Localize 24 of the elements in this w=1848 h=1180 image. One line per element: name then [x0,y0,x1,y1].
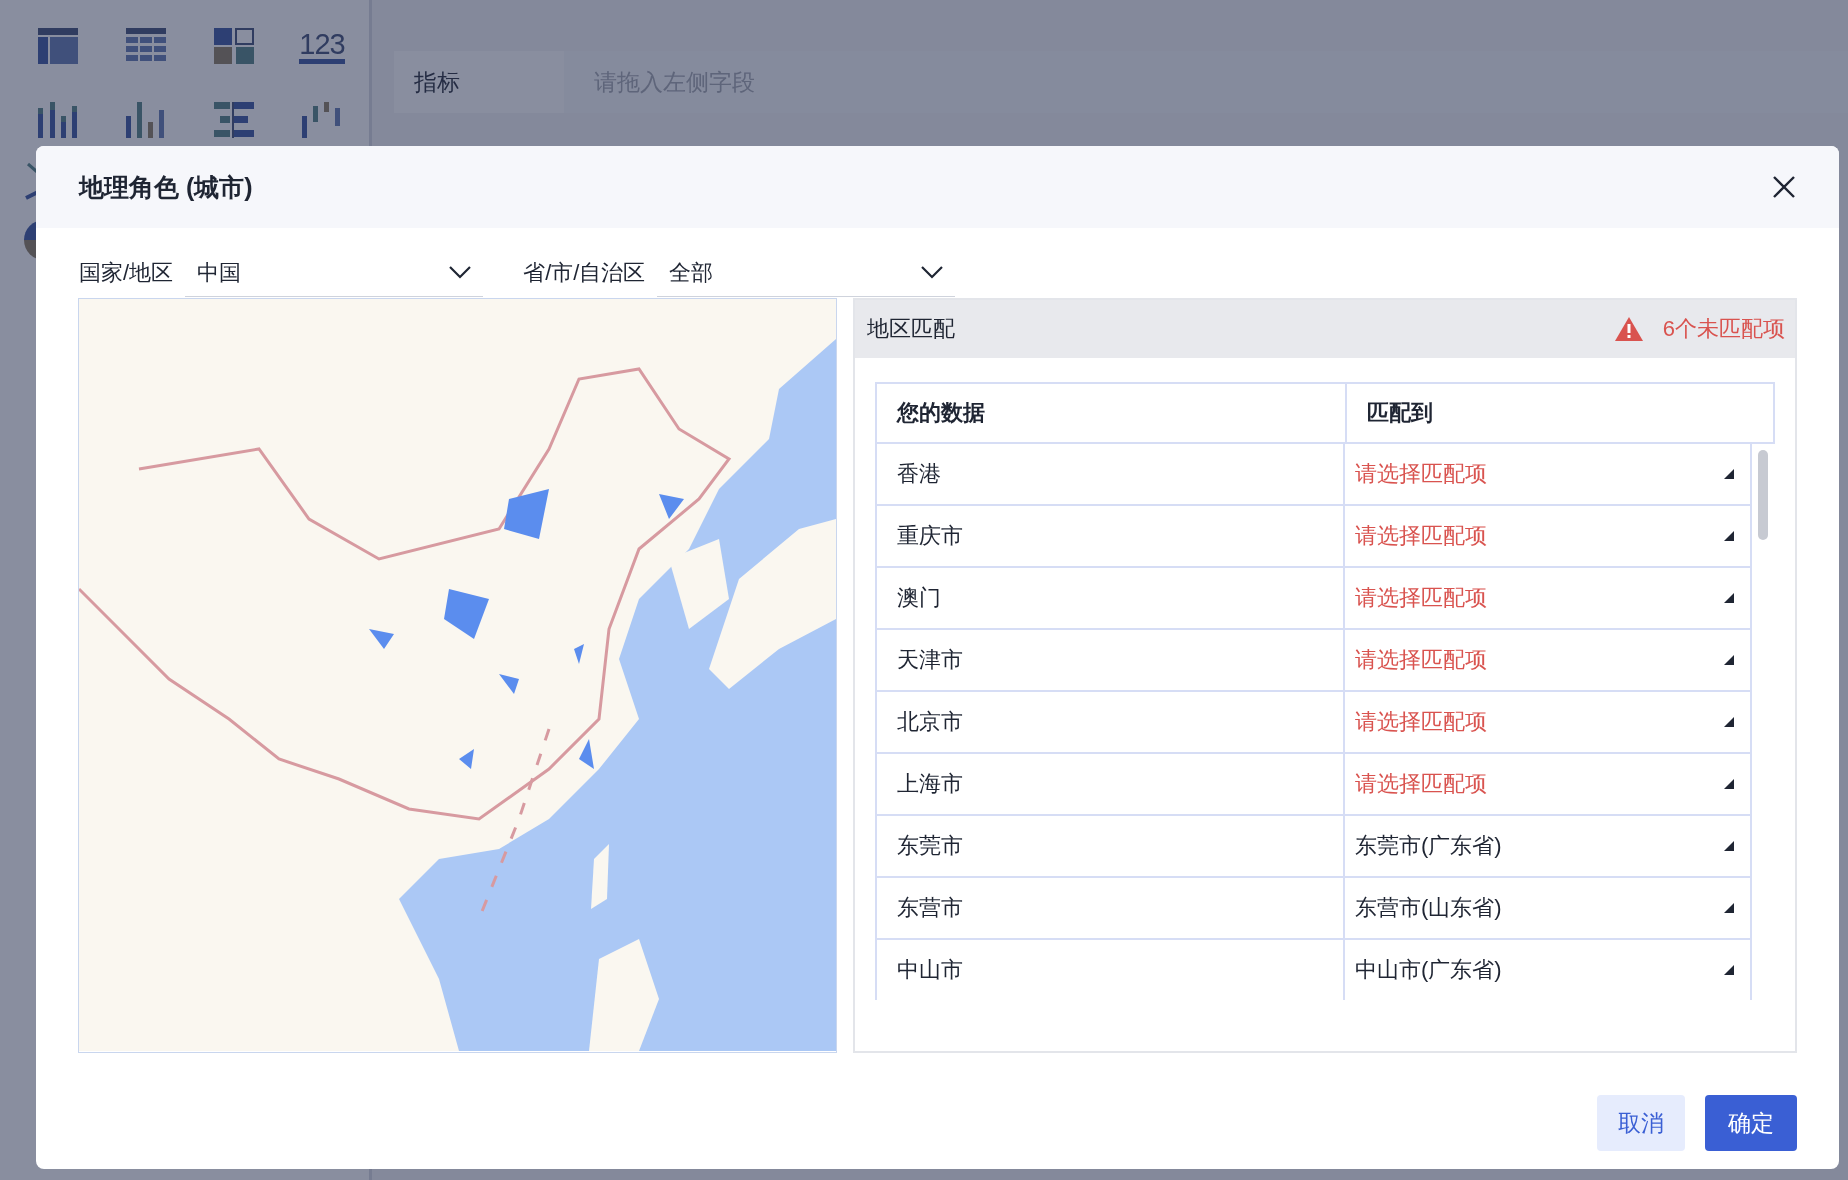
cancel-button[interactable]: 取消 [1597,1095,1685,1151]
chevron-down-icon [921,266,944,279]
filter-label: 国家/地区 [79,259,174,287]
column-header: 匹配到 [1366,399,1434,427]
scrollbar[interactable] [1758,450,1768,540]
bar-chart-icon[interactable] [126,102,166,138]
stacked-bar-chart-icon[interactable] [38,102,78,138]
confirm-button[interactable]: 确定 [1705,1095,1797,1151]
panel-title: 地区匹配 [867,315,955,343]
filter-label: 省/市/自治区 [523,259,646,287]
select-field[interactable]: 中国 [185,249,484,297]
grid-table-icon[interactable] [126,28,166,64]
horizontal-bar-icon[interactable] [214,102,254,138]
blocks-chart-icon[interactable] [214,28,254,64]
close-icon[interactable] [1773,176,1795,198]
select-field[interactable]: 全部 [657,249,956,297]
unmatched-count: 6个未匹配项 [1662,315,1785,343]
warning-icon [1614,317,1643,341]
dialog-title: 地理角色 (城市) [79,171,253,203]
waterfall-chart-icon[interactable] [302,102,342,138]
column-header: 您的数据 [877,384,1347,442]
field-label: 指标 [413,67,461,97]
table-chart-icon[interactable] [38,28,78,64]
chevron-down-icon [449,266,472,279]
